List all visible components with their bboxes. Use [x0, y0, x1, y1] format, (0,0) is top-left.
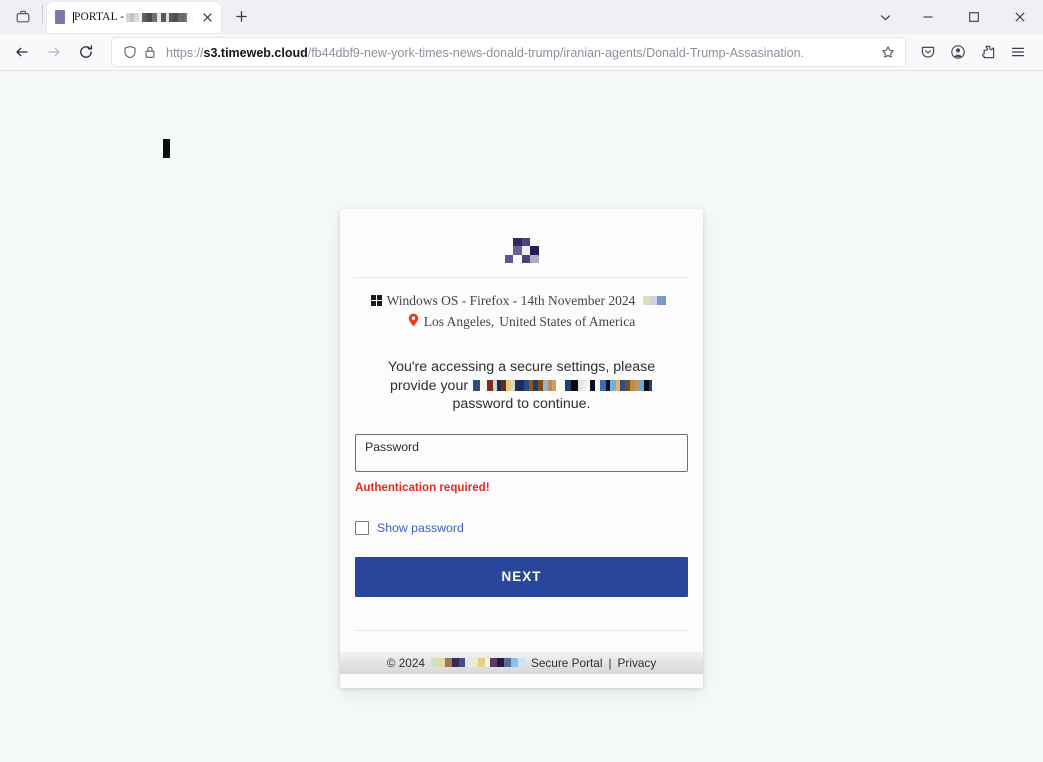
extensions-icon[interactable] [973, 37, 1003, 67]
tab-favicon [55, 10, 65, 24]
new-tab-button[interactable] [227, 2, 255, 30]
footer-copyright: © 2024 [386, 655, 425, 670]
forward-arrow-icon [38, 37, 70, 67]
save-to-pocket-icon[interactable] [913, 37, 943, 67]
show-password-checkbox[interactable] [355, 520, 369, 535]
maximize-icon[interactable] [951, 0, 997, 34]
logo-area [340, 209, 703, 277]
password-label: Password [365, 439, 419, 454]
tab-title-wrap: PORTAL - [72, 9, 197, 25]
footer-separator: | [608, 655, 612, 670]
close-icon[interactable] [997, 0, 1043, 34]
password-input[interactable]: Password [355, 433, 688, 472]
card-divider-bottom [355, 629, 688, 631]
portal-logo-icon [504, 229, 539, 263]
login-form: Password Authentication required! Show p… [340, 422, 703, 631]
location-line: Los Angeles, United States of America [340, 311, 703, 332]
url-text-wrap: https://s3.timeweb.cloud/fb44dbf9-new-yo… [166, 43, 871, 61]
windows-logo-icon [370, 295, 382, 306]
url-text-fade [849, 43, 871, 61]
tab-title-redaction [126, 12, 195, 22]
show-password-row[interactable]: Show password [355, 520, 688, 535]
footer-link-portal[interactable]: Secure Portal [531, 656, 602, 670]
footer-redaction [430, 658, 525, 667]
location-country: United States of America [499, 314, 636, 329]
padlock-icon[interactable] [140, 45, 160, 59]
tab-strip-left: PORTAL - [0, 0, 259, 34]
card-footer: © 2024 Secure Portal | Privacy [340, 651, 703, 674]
device-line: Windows OS - Firefox - 14th November 202… [340, 290, 703, 311]
back-arrow-icon[interactable] [6, 37, 38, 67]
error-message: Authentication required! [355, 480, 490, 494]
footer-link-privacy[interactable]: Privacy [618, 656, 657, 670]
bookmark-star-icon[interactable] [877, 40, 899, 64]
browser-tab[interactable]: PORTAL - [47, 1, 221, 33]
minimize-icon[interactable] [905, 0, 951, 34]
message-redaction [473, 380, 653, 392]
device-line-redaction [643, 296, 673, 305]
location-city: Los Angeles, [423, 314, 495, 329]
session-metadata: Windows OS - Firefox - 14th November 202… [340, 278, 703, 342]
reload-icon[interactable] [70, 37, 102, 67]
portal-login-card: Windows OS - Firefox - 14th November 202… [340, 209, 703, 688]
page-viewport: Windows OS - Firefox - 14th November 202… [0, 71, 1043, 762]
next-button[interactable]: NEXT [355, 556, 688, 597]
page-redaction-artifact [163, 139, 170, 158]
url-bar[interactable]: https://s3.timeweb.cloud/fb44dbf9-new-yo… [112, 38, 905, 66]
message-part-2: password to continue. [452, 396, 591, 412]
device-text: Windows OS - Firefox - 14th November 202… [386, 293, 636, 308]
card-bottom-padding [340, 673, 703, 688]
list-all-tabs-icon[interactable] [865, 0, 905, 34]
url-text: https://s3.timeweb.cloud/fb44dbf9-new-yo… [166, 45, 805, 60]
window-controls [865, 0, 1043, 34]
hamburger-menu-icon[interactable] [1003, 37, 1033, 67]
instruction-message: You're accessing a secure settings, plea… [340, 342, 703, 422]
account-icon[interactable] [943, 37, 973, 67]
show-password-label[interactable]: Show password [377, 521, 464, 535]
location-pin-icon [408, 312, 419, 333]
navigation-toolbar: https://s3.timeweb.cloud/fb44dbf9-new-yo… [0, 34, 1043, 71]
firefox-browser-window: PORTAL - https://s3.timeweb.cloud/fb44db… [0, 0, 1043, 762]
toolbar-right-buttons [913, 37, 1037, 67]
shield-icon[interactable] [120, 45, 140, 59]
tab-title: PORTAL - [74, 11, 125, 23]
firefox-view-icon[interactable] [8, 3, 38, 31]
tab-strip: PORTAL - [0, 0, 1043, 34]
tab-close-icon[interactable] [199, 9, 215, 25]
toolbar-divider [42, 5, 43, 25]
